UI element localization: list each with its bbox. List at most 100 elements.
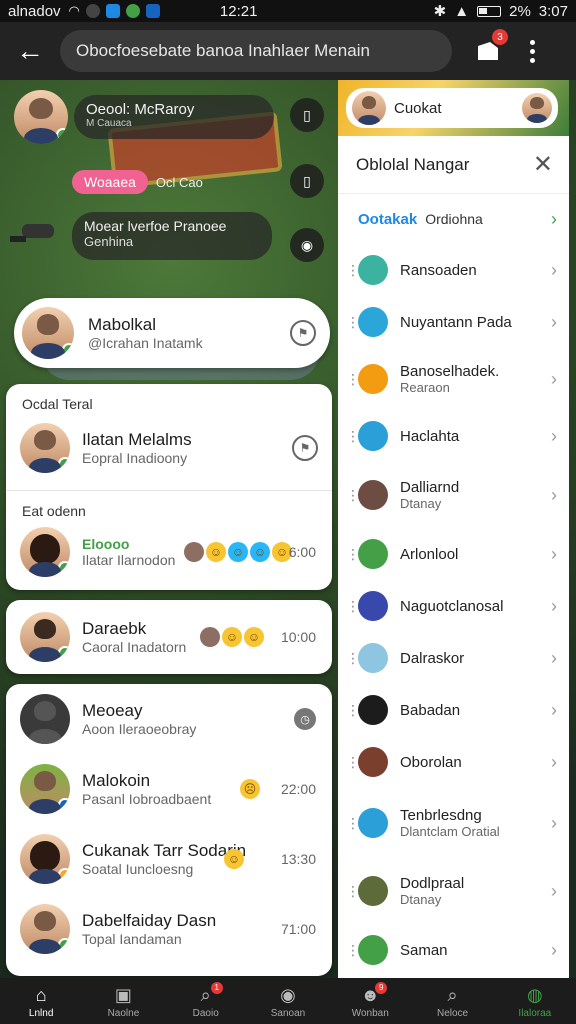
panel-list-item[interactable]: ⋮ Arlonlool › bbox=[338, 528, 569, 580]
nav-label: Wonban bbox=[351, 1007, 389, 1019]
status-clock: 3:07 bbox=[538, 2, 568, 20]
overlay-action-button[interactable]: ▯ bbox=[290, 98, 324, 132]
chevron-right-icon: › bbox=[551, 699, 557, 720]
overlay-item-line2: Genhina bbox=[84, 234, 134, 249]
chevron-right-icon: › bbox=[551, 543, 557, 564]
list-item[interactable]: Malokoin Pasanl Iobroadbaent ☹ 22:00 bbox=[6, 754, 332, 824]
panel-list-item[interactable]: ⋮ Dalliarnd Dtanay › bbox=[338, 462, 569, 528]
drag-handle-icon[interactable]: ⋮ bbox=[346, 754, 360, 771]
panel-list-item[interactable]: ⋮ Dodlpraal Dtanay › bbox=[338, 858, 569, 924]
panel-item-label: Dalraskor bbox=[400, 649, 465, 667]
status-dot bbox=[58, 798, 70, 812]
panel-title-row: Oblolal Nangar ✕ bbox=[338, 136, 569, 194]
item-avatar-icon bbox=[358, 695, 388, 725]
drag-handle-icon[interactable]: ⋮ bbox=[346, 487, 360, 504]
overlay-action-button[interactable]: ◉ bbox=[290, 228, 324, 262]
drag-handle-icon[interactable]: ⋮ bbox=[346, 314, 360, 331]
search-icon: ⌕ bbox=[447, 985, 458, 1005]
close-icon[interactable]: ✕ bbox=[533, 150, 553, 179]
panel-item-label: Haclahta bbox=[400, 427, 460, 445]
online-status-dot bbox=[62, 343, 74, 357]
panel-list-item[interactable]: ⋮ Naguotclanosal › bbox=[338, 580, 569, 632]
list-item[interactable]: Eloooo Ilatar Ilarnodon ☺ ☺ ☺ ☺ 6:00 bbox=[6, 519, 332, 585]
item-avatar-icon bbox=[358, 808, 388, 838]
panel-list-item[interactable]: ⋮ Haclahta › bbox=[338, 410, 569, 462]
panel-list-item[interactable]: ⋮ Dalraskor › bbox=[338, 632, 569, 684]
microphone-icon bbox=[10, 224, 54, 242]
contact-card[interactable]: Daraebk Caoral Inadatorn ☺ ☺ 10:00 bbox=[6, 600, 332, 674]
panel-item-label: Arlonlool bbox=[400, 545, 459, 563]
panel-list-item[interactable]: ⋮ Banoselhadek. Rearaon › bbox=[338, 348, 569, 410]
overlay-user-sub: M Cauaca bbox=[86, 118, 132, 129]
list-item[interactable]: Meoeay Aoon Ileraoeobray ◷ bbox=[6, 684, 332, 754]
list-item[interactable]: Ilatan Melalms Eopral Inadioony ⚑ bbox=[6, 412, 332, 484]
app-icon bbox=[125, 4, 140, 18]
emoji-icon: ☺ bbox=[222, 627, 242, 647]
bluetooth-icon: ✱ bbox=[433, 3, 447, 20]
flag-icon[interactable]: ⚑ bbox=[292, 435, 318, 461]
contact-sub: Pasanl Iobroadbaent bbox=[82, 791, 212, 807]
chevron-right-icon: › bbox=[551, 208, 557, 229]
more-menu-button[interactable] bbox=[520, 33, 544, 69]
contact-name: Mabolkal bbox=[88, 315, 157, 334]
chevron-right-icon: › bbox=[551, 939, 557, 960]
panel-header-pill[interactable]: Cuokat bbox=[346, 88, 558, 128]
notifications-button[interactable]: 3 bbox=[470, 29, 508, 69]
section-label: Eat odenn bbox=[22, 503, 86, 519]
image-icon: ▣ bbox=[114, 985, 132, 1005]
flag-icon[interactable]: ⚑ bbox=[290, 320, 316, 346]
drag-handle-icon[interactable]: ⋮ bbox=[346, 428, 360, 445]
list-item[interactable]: Cukanak Tarr Sodarin Soatal Iuncloesng ☺… bbox=[6, 824, 332, 894]
drag-handle-icon[interactable]: ⋮ bbox=[346, 598, 360, 615]
overlay-item-row[interactable]: Moear lverfoe Pranoee Genhina bbox=[8, 212, 272, 260]
panel-top-link[interactable]: Ootakak Ordiohna › bbox=[338, 194, 569, 244]
list-item[interactable]: Dabelfaiday Dasn Topal Iandaman 71:00 bbox=[6, 894, 332, 964]
panel-list-item[interactable]: ⋮ Oborolan › bbox=[338, 736, 569, 788]
panel-list-item[interactable]: ⋮ Nuyantann Pada › bbox=[338, 296, 569, 348]
nav-item[interactable]: ◉ Sanoan bbox=[253, 984, 323, 1019]
overlay-user-row[interactable]: Oeool: McRaroy M Cauaca bbox=[14, 90, 274, 144]
nav-item[interactable]: ⌕ Neloce bbox=[418, 984, 488, 1019]
featured-contact-card[interactable]: Mabolkal @Icrahan Inatamk ⚑ bbox=[14, 298, 330, 368]
drag-handle-icon[interactable]: ⋮ bbox=[346, 815, 360, 832]
app-bar: ← Obocfoesebate banoa Inahlaer Menain 3 bbox=[0, 22, 576, 80]
contact-name: Eloooo bbox=[82, 536, 130, 552]
notification-badge: 3 bbox=[492, 29, 508, 45]
drag-handle-icon[interactable]: ⋮ bbox=[346, 262, 360, 279]
online-status-dot bbox=[56, 128, 68, 142]
drag-handle-icon[interactable]: ⋮ bbox=[346, 371, 360, 388]
drag-handle-icon[interactable]: ⋮ bbox=[346, 942, 360, 959]
nav-item[interactable]: ☻ Wonban 9 bbox=[335, 981, 405, 1019]
search-input[interactable]: Obocfoesebate banoa Inahlaer Menain bbox=[60, 30, 452, 72]
nav-item[interactable]: ⌕ Daoio 1 bbox=[171, 981, 241, 1019]
panel-list-item[interactable]: ⋮ Tenbrlesdng Dlantclam Oratial › bbox=[338, 788, 569, 858]
panel-list-item[interactable]: ⋮ Saman › bbox=[338, 924, 569, 976]
drag-handle-icon[interactable]: ⋮ bbox=[346, 702, 360, 719]
contact-name: Dabelfaiday Dasn bbox=[82, 911, 217, 930]
status-time: 12:21 bbox=[219, 2, 258, 20]
avatar bbox=[20, 764, 70, 814]
dot bbox=[529, 48, 535, 54]
avatar bbox=[20, 612, 70, 662]
drag-handle-icon[interactable]: ⋮ bbox=[346, 883, 360, 900]
drag-handle-icon[interactable]: ⋮ bbox=[346, 650, 360, 667]
back-button[interactable]: ← bbox=[10, 31, 50, 71]
reaction-row: ☺ ☺ bbox=[200, 627, 264, 647]
online-status-dot bbox=[58, 561, 70, 575]
panel-item-sub: Dlantclam Oratial bbox=[400, 824, 500, 839]
panel-list-item[interactable]: ⋮ Ransoaden › bbox=[338, 244, 569, 296]
panel-list-item[interactable]: ⋮ Babadan › bbox=[338, 684, 569, 736]
mute-icon[interactable]: ◷ bbox=[294, 708, 316, 730]
chevron-right-icon: › bbox=[551, 425, 557, 446]
nav-item[interactable]: ◍ Ilaloraa bbox=[500, 984, 570, 1019]
panel-title: Oblolal Nangar bbox=[356, 154, 470, 174]
drag-handle-icon[interactable]: ⋮ bbox=[346, 546, 360, 563]
nav-item[interactable]: ▣ Naolne bbox=[88, 984, 158, 1019]
nav-item[interactable]: ⌂ Lnlnd bbox=[6, 984, 76, 1019]
overlay-action-button[interactable]: ▯ bbox=[290, 164, 324, 198]
overlay-tag[interactable]: Woaaea bbox=[72, 170, 148, 194]
nav-label: Ilaloraa bbox=[518, 1007, 552, 1019]
avatar bbox=[14, 90, 68, 144]
panel-item-sub: Dtanay bbox=[400, 892, 442, 907]
nav-label: Lnlnd bbox=[28, 1007, 54, 1019]
